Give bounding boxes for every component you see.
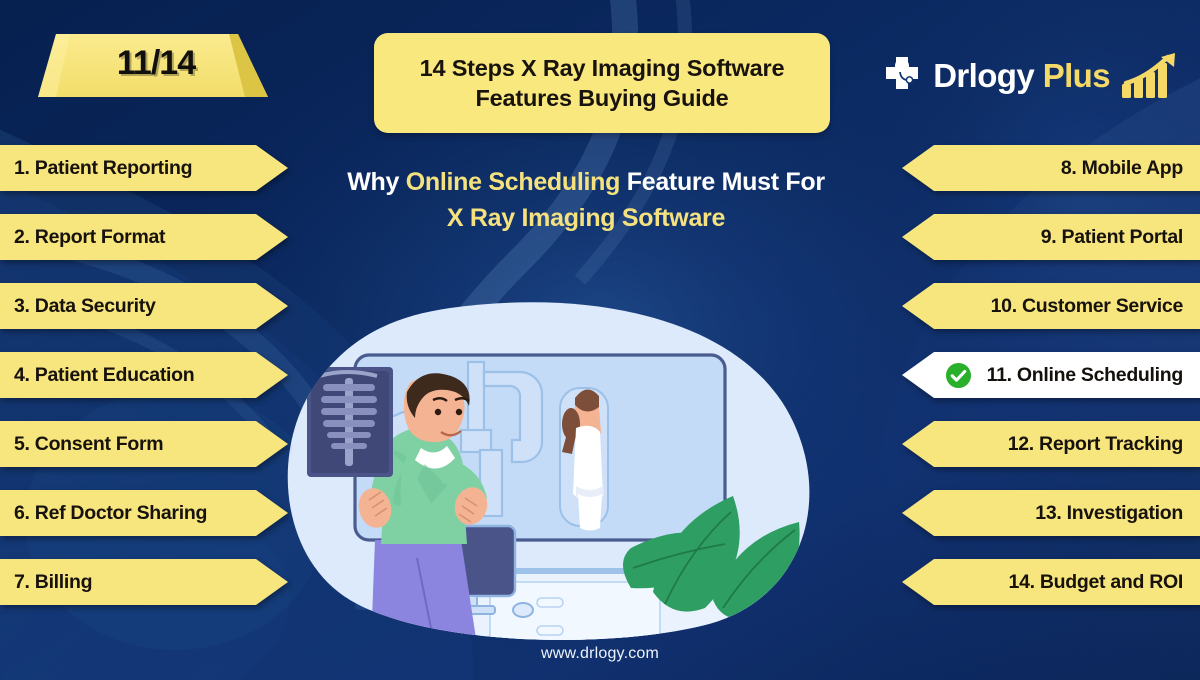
page-title-line-2: Features Buying Guide (475, 85, 729, 111)
growth-bar-chart-arrow-icon (1122, 53, 1175, 98)
page-title-box: 14 Steps X Ray Imaging Software Features… (374, 33, 830, 133)
radiologist-reviewing-xray-illustration (287, 302, 810, 640)
step-item-11-active[interactable]: 11. Online Scheduling (900, 352, 1200, 398)
step-item-label: 4. Patient Education (14, 363, 195, 386)
step-item-label: 2. Report Format (14, 225, 166, 248)
page-title: 14 Steps X Ray Imaging Software Features… (406, 53, 799, 113)
step-item-label: 3. Data Security (14, 294, 156, 317)
step-item-label: 9. Patient Portal (1040, 225, 1184, 248)
brand-name: Drlogy Plus (933, 57, 1110, 95)
step-item-label: 8. Mobile App (1060, 156, 1183, 179)
step-item-1[interactable]: 1. Patient Reporting (0, 145, 290, 191)
step-item-6[interactable]: 6. Ref Doctor Sharing (0, 490, 290, 536)
step-item-4[interactable]: 4. Patient Education (0, 352, 290, 398)
step-item-9[interactable]: 9. Patient Portal (900, 214, 1200, 260)
step-item-label: 7. Billing (14, 570, 93, 593)
step-counter-badge: 11/14 (32, 28, 280, 103)
step-item-3[interactable]: 3. Data Security (0, 283, 290, 329)
xray-film (307, 367, 393, 477)
step-item-14[interactable]: 14. Budget and ROI (900, 559, 1200, 605)
subtitle-highlight-1: Online Scheduling (405, 168, 621, 196)
subtitle: Why Online Scheduling Feature Must For X… (300, 164, 872, 236)
check-circle-icon (945, 362, 972, 388)
step-item-13[interactable]: 13. Investigation (900, 490, 1200, 536)
step-item-5[interactable]: 5. Consent Form (0, 421, 290, 467)
step-item-label: 6. Ref Doctor Sharing (14, 501, 208, 524)
step-item-8[interactable]: 8. Mobile App (900, 145, 1200, 191)
footer-website[interactable]: www.drlogy.com (0, 645, 1200, 663)
brand-name-primary: Drlogy (933, 57, 1035, 94)
step-item-label: 14. Budget and ROI (1008, 570, 1184, 593)
subtitle-part-1: Why (347, 168, 406, 196)
patient-figure (559, 387, 609, 531)
step-item-label: 1. Patient Reporting (14, 156, 193, 179)
medical-cross-doctor-icon (886, 57, 919, 89)
step-item-label: 11. Online Scheduling (986, 363, 1184, 386)
step-counter-text: 11/14 (116, 44, 196, 82)
subtitle-part-2: Feature Must For (620, 168, 825, 196)
subtitle-highlight-2: X Ray Imaging Software (446, 204, 726, 232)
step-item-2[interactable]: 2. Report Format (0, 214, 290, 260)
left-steps-list: 1. Patient Reporting 2. Report Format 3.… (0, 145, 290, 628)
step-item-12[interactable]: 12. Report Tracking (900, 421, 1200, 467)
right-steps-list: 8. Mobile App 9. Patient Portal 10. Cust… (900, 145, 1200, 628)
brand-logo[interactable]: Drlogy Plus (880, 48, 1178, 104)
step-item-label: 12. Report Tracking (1007, 432, 1184, 455)
step-item-7[interactable]: 7. Billing (0, 559, 290, 605)
step-item-label: 10. Customer Service (990, 294, 1184, 317)
step-item-label: 13. Investigation (1035, 501, 1183, 524)
step-item-label: 5. Consent Form (14, 432, 164, 455)
step-item-10[interactable]: 10. Customer Service (900, 283, 1200, 329)
brand-name-secondary: Plus (1042, 57, 1111, 94)
page-title-line-1: 14 Steps X Ray Imaging Software (419, 54, 785, 81)
